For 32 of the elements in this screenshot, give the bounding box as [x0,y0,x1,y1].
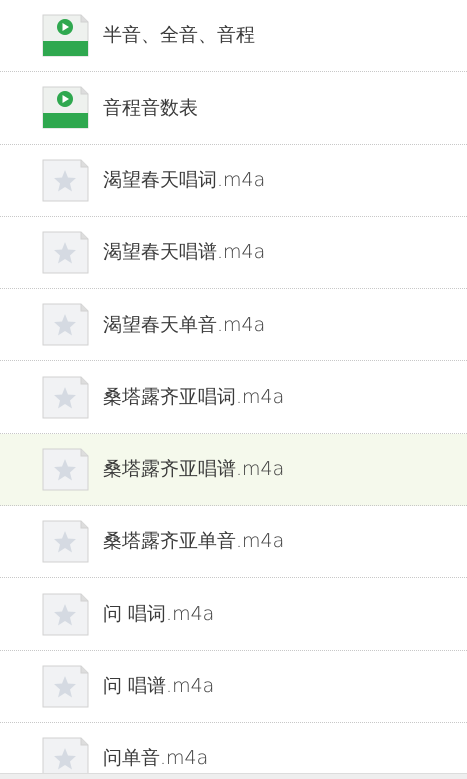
file-name: 桑塔露齐亚唱谱.m4a [103,457,284,482]
file-row[interactable]: 渴望春天唱词.m4a [0,144,467,217]
star-file-icon [42,664,89,708]
file-name: 问 唱词.m4a [103,602,214,627]
file-name: 渴望春天唱谱.m4a [103,240,266,266]
star-file-icon [42,737,89,773]
file-name: 桑塔露齐亚唱词.m4a [103,384,284,410]
file-name: 音程音数表 [103,96,198,121]
star-file-icon [42,231,89,274]
star-file-icon [42,520,89,564]
star-file-icon [42,158,89,202]
video-file-icon [42,86,89,130]
file-name: 渴望春天单音.m4a [103,312,266,338]
file-row[interactable]: 问 唱谱.m4a [0,650,467,723]
file-name: 问 唱谱.m4a [103,674,214,700]
file-name: 问单音.m4a [103,746,208,772]
file-row[interactable]: 渴望春天唱谱.m4a [0,216,467,290]
file-name: 半音、全音、音程 [103,23,255,48]
star-file-icon [42,303,89,346]
star-file-icon [42,376,89,419]
star-file-icon [42,448,89,491]
file-row[interactable]: 半音、全音、音程 [0,0,467,72]
file-row[interactable]: 桑塔露齐亚唱词.m4a [0,361,467,434]
video-file-icon [42,14,89,58]
star-file-icon [42,592,89,636]
file-row[interactable]: 渴望春天单音.m4a [0,289,467,362]
file-row[interactable]: 桑塔露齐亚单音.m4a [0,506,467,578]
file-row[interactable]: 桑塔露齐亚唱谱.m4a [0,434,467,506]
file-name: 桑塔露齐亚单音.m4a [103,529,284,554]
file-name: 渴望春天唱词.m4a [103,168,266,193]
file-row[interactable]: 音程音数表 [0,72,467,145]
file-row[interactable]: 问 唱词.m4a [0,578,467,651]
